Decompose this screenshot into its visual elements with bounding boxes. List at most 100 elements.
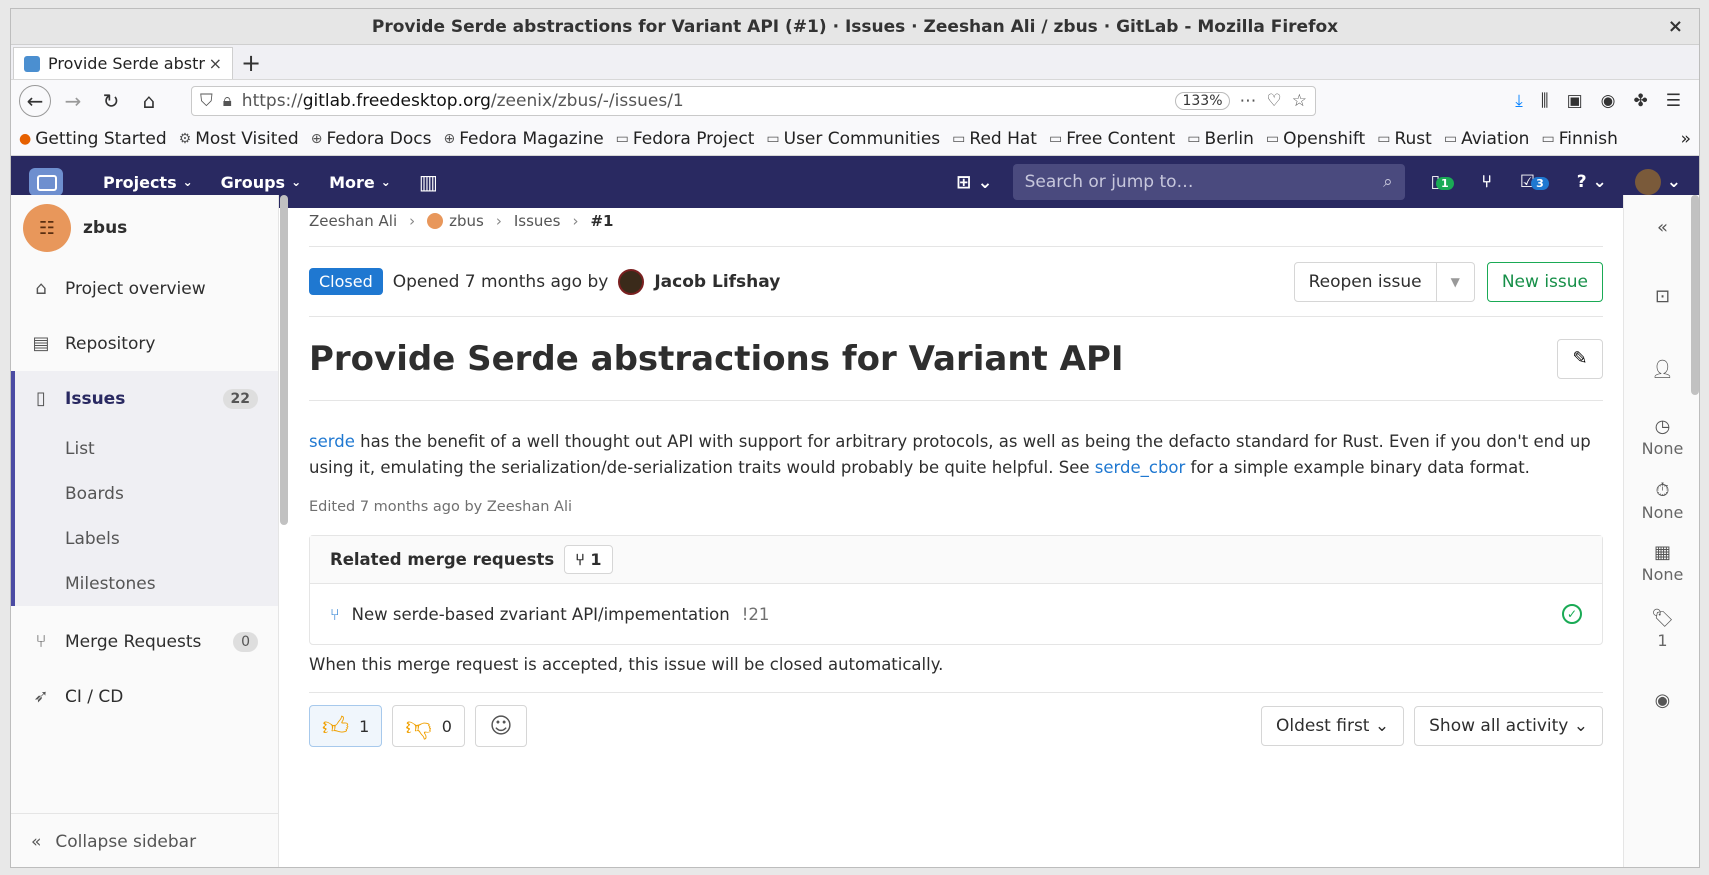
reopen-issue-button[interactable]: Reopen issue [1293, 261, 1437, 302]
extension-icon[interactable]: ✤ [1634, 91, 1648, 111]
due-date-block[interactable]: ▦ None [1642, 542, 1684, 584]
home-icon: ⌂ [35, 278, 47, 299]
mr-count-badge: 0 [233, 631, 258, 652]
breadcrumb-project[interactable]: zbus [427, 212, 484, 230]
page-scrollbar[interactable] [1691, 195, 1699, 395]
mr-title[interactable]: New serde-based zvariant API/impementati… [352, 605, 730, 624]
project-header[interactable]: ☷ zbus [11, 195, 278, 261]
account-icon[interactable]: ◉ [1601, 91, 1616, 111]
zoom-level[interactable]: 133% [1175, 92, 1230, 110]
tab-close-icon[interactable]: × [209, 54, 222, 73]
edit-title-button[interactable]: ✎ [1557, 338, 1603, 379]
bookmark-fedora-docs[interactable]: ⊕ Fedora Docs [311, 129, 432, 149]
activity-chart-icon[interactable]: ▥ [419, 170, 438, 194]
bookmark-red-hat[interactable]: ▭ Red Hat [952, 129, 1037, 149]
bookmark-openshift[interactable]: ▭ Openshift [1266, 129, 1365, 149]
new-issue-button[interactable]: New issue [1486, 261, 1603, 302]
bookmarks-toolbar: ● Getting Started ⚙ Most Visited ⊕ Fedora D… [11, 122, 1699, 156]
help-icon[interactable]: ? ⌄ [1577, 172, 1607, 192]
clock-icon: ◷ [1654, 416, 1671, 437]
sidebar-subitem-list[interactable]: List [11, 426, 278, 471]
time-tracking-block[interactable]: ◷ None [1642, 416, 1684, 458]
notifications-eye-icon[interactable]: ◉ [1655, 690, 1671, 711]
url-bar[interactable]: ⛉ 🔒︎ https://gitlab.freedesktop.org/zeen… [191, 86, 1316, 116]
window-close-button[interactable]: × [1668, 16, 1683, 37]
forward-button[interactable]: → [57, 85, 89, 117]
issue-title-row: Provide Serde abstractions for Variant A… [309, 317, 1603, 401]
folder-icon: ▭ [766, 130, 780, 147]
sidebar-item-issues[interactable]: ▯ Issues 22 [11, 371, 278, 426]
add-reaction-button[interactable]: ☺ [474, 705, 527, 747]
bookmark-rust[interactable]: ▭ Rust [1377, 129, 1432, 149]
sidebar-subitem-milestones[interactable]: Milestones [11, 561, 278, 606]
assignee-icon[interactable]: 👤︎ [1651, 359, 1674, 380]
home-button[interactable]: ⌂ [133, 85, 165, 117]
issue-right-sidebar: « ⊡ 👤︎ ◷ None ⏱︎ None ▦ None 🏷︎ 1 ◉ [1623, 195, 1699, 867]
sidebar-subitem-labels[interactable]: Labels [11, 516, 278, 561]
sort-order-dropdown[interactable]: Oldest first ⌄ [1260, 706, 1405, 746]
sidebar-item-project-overview[interactable]: ⌂ Project overview [11, 261, 278, 316]
user-menu[interactable]: ⌄ [1634, 169, 1681, 195]
activity-filter-dropdown[interactable]: Show all activity ⌄ [1414, 706, 1603, 746]
bookmark-user-communities[interactable]: ▭ User Communities [766, 129, 940, 149]
mr-reference: !21 [741, 604, 770, 624]
labels-block[interactable]: 🏷︎ 1 [1651, 608, 1674, 650]
new-dropdown-icon[interactable]: ⊞ ⌄ [956, 172, 992, 193]
pocket-icon[interactable]: ♡ [1267, 91, 1282, 111]
sidebar-item-ci-cd[interactable]: ➶ CI / CD [11, 669, 278, 724]
new-tab-button[interactable]: + [233, 47, 269, 79]
bookmark-most-visited[interactable]: ⚙ Most Visited [179, 129, 299, 149]
folder-icon: ▭ [952, 130, 966, 147]
author-name[interactable]: Jacob Lifshay [654, 272, 780, 292]
browser-tab[interactable]: Provide Serde abstr × [13, 47, 233, 79]
collapse-right-sidebar-icon[interactable]: « [1657, 217, 1668, 238]
download-icon[interactable]: ⤓ [1515, 91, 1523, 111]
double-chevron-left-icon: « [31, 831, 42, 852]
bookmark-aviation[interactable]: ▭ Aviation [1444, 129, 1530, 149]
bookmark-finnish[interactable]: ▭ Finnish [1541, 129, 1617, 149]
stopwatch-icon: ⏱︎ [1655, 480, 1670, 501]
sidebar-item-repository[interactable]: ▤ Repository [11, 316, 278, 371]
gitlab-logo-icon[interactable] [29, 168, 63, 196]
chevron-down-icon: ⌄ [380, 175, 391, 189]
merge-requests-icon[interactable]: ⑂ [1482, 172, 1492, 192]
todos-icon[interactable]: ☑3 [1520, 172, 1549, 192]
serde-link[interactable]: serde [309, 432, 355, 451]
time-spent-block[interactable]: ⏱︎ None [1642, 480, 1684, 522]
breadcrumb-owner[interactable]: Zeeshan Ali [309, 212, 397, 230]
collapse-sidebar-button[interactable]: «Collapse sidebar [11, 813, 278, 867]
window-title: Provide Serde abstractions for Variant A… [371, 16, 1339, 37]
url-text[interactable]: https://gitlab.freedesktop.org/zeenix/zb… [242, 91, 1166, 111]
sidebar-toggle-icon[interactable]: ▣ [1567, 91, 1583, 111]
bookmark-fedora-magazine[interactable]: ⊕ Fedora Magazine [443, 129, 603, 149]
library-icon[interactable]: ⫼ [1541, 91, 1549, 111]
breadcrumb-current[interactable]: #1 [590, 212, 613, 230]
projects-menu[interactable]: Projects ⌄ [103, 173, 193, 192]
pencil-icon: ✎ [1572, 348, 1588, 369]
reload-button[interactable]: ↻ [95, 85, 127, 117]
thumbs-down-button[interactable]: 👎︎ 0 [392, 705, 465, 747]
bookmarks-overflow-icon[interactable]: » [1681, 129, 1691, 149]
breadcrumb-issues[interactable]: Issues [514, 212, 561, 230]
issues-icon[interactable]: ▯1 [1431, 172, 1454, 192]
sidebar-item-merge-requests[interactable]: ⑂ Merge Requests 0 [11, 614, 278, 669]
gitlab-favicon-icon [24, 55, 40, 72]
reopen-dropdown-button[interactable]: ▼ [1436, 261, 1475, 302]
sidebar-subitem-boards[interactable]: Boards [11, 471, 278, 516]
bookmark-getting-started[interactable]: ● Getting Started [19, 129, 167, 149]
bookmark-free-content[interactable]: ▭ Free Content [1049, 129, 1175, 149]
bookmark-star-icon[interactable]: ☆ [1292, 91, 1307, 111]
page-actions-icon[interactable]: ⋯ [1240, 91, 1257, 111]
pipeline-passed-icon[interactable]: ✓ [1562, 604, 1582, 624]
bookmark-fedora-project[interactable]: ▭ Fedora Project [616, 129, 755, 149]
serde-cbor-link[interactable]: serde_cbor [1095, 458, 1186, 477]
menu-icon[interactable]: ☰ [1666, 91, 1681, 111]
groups-menu[interactable]: Groups ⌄ [221, 173, 301, 192]
todo-add-icon[interactable]: ⊡ [1655, 286, 1670, 307]
bookmark-berlin[interactable]: ▭ Berlin [1187, 129, 1254, 149]
author-avatar[interactable] [618, 268, 645, 295]
more-menu[interactable]: More ⌄ [329, 173, 391, 192]
related-mr-item[interactable]: ⑂ New serde-based zvariant API/impementa… [310, 584, 1602, 644]
thumbs-up-button[interactable]: 👍︎ 1 [309, 705, 383, 747]
back-button[interactable]: ← [19, 85, 51, 117]
